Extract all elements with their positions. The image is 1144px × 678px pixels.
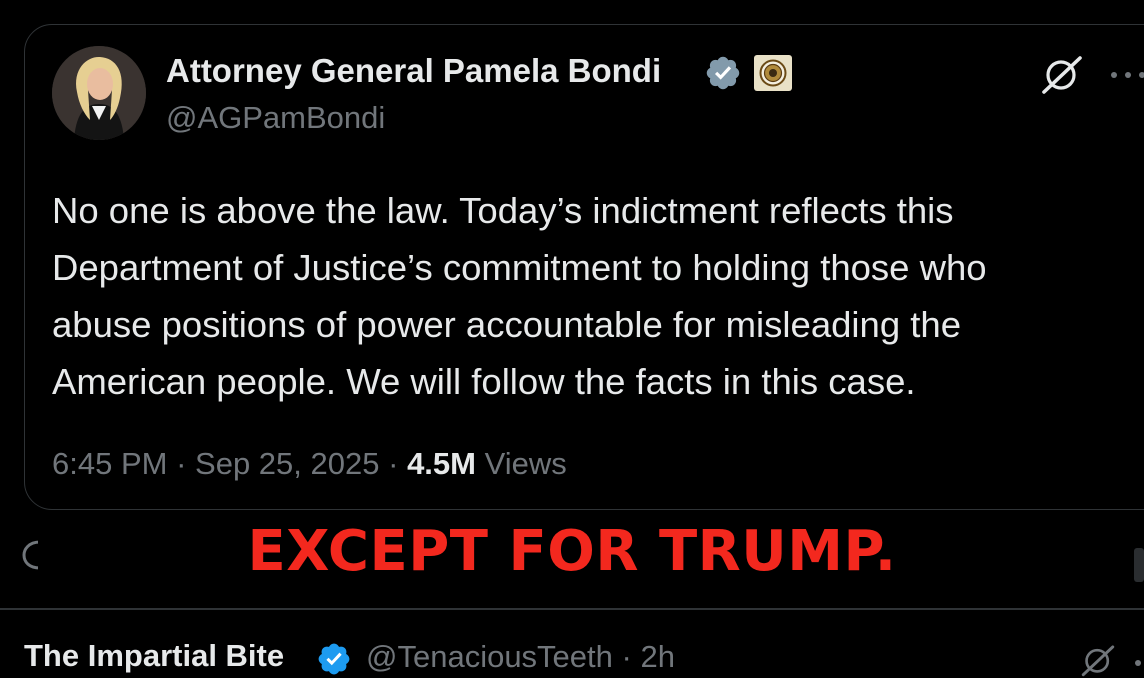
- grok-icon[interactable]: [1040, 52, 1084, 96]
- meta-separator: ·: [621, 639, 632, 674]
- tweet-date[interactable]: Sep 25, 2025: [195, 446, 379, 481]
- scrollbar-fragment: [1134, 548, 1144, 582]
- avatar[interactable]: [52, 46, 146, 140]
- views-count[interactable]: 4.5M: [407, 446, 476, 481]
- reply-author-handle[interactable]: @TenaciousTeeth: [366, 639, 613, 674]
- tweet-text: No one is above the law. Today’s indictm…: [52, 190, 987, 402]
- caption-text: EXCEPT FOR TRUMP.: [247, 519, 897, 584]
- caption-overlay: EXCEPT FOR TRUMP.: [38, 513, 1106, 593]
- grok-icon[interactable]: [1080, 642, 1116, 678]
- views-label: Views: [484, 446, 567, 481]
- meta-separator: ·: [176, 446, 187, 481]
- verified-badge-icon: [318, 643, 350, 675]
- reply-author-name[interactable]: The Impartial Bite: [24, 638, 284, 674]
- verified-badge-icon: [706, 56, 740, 90]
- author-handle[interactable]: @AGPamBondi: [166, 100, 385, 136]
- doj-seal-icon: [754, 55, 792, 91]
- reply-meta: @TenaciousTeeth · 2h: [366, 639, 675, 675]
- tweet-metadata: 6:45 PM · Sep 25, 2025 · 4.5M Views: [52, 446, 567, 482]
- avatar-image: [52, 46, 146, 140]
- author-name[interactable]: Attorney General Pamela Bondi: [166, 52, 661, 90]
- more-options-icon[interactable]: [1108, 60, 1144, 90]
- tweet-time[interactable]: 6:45 PM: [52, 446, 167, 481]
- reply-age[interactable]: 2h: [640, 639, 674, 674]
- meta-separator: ·: [388, 446, 399, 481]
- divider: [0, 608, 1144, 610]
